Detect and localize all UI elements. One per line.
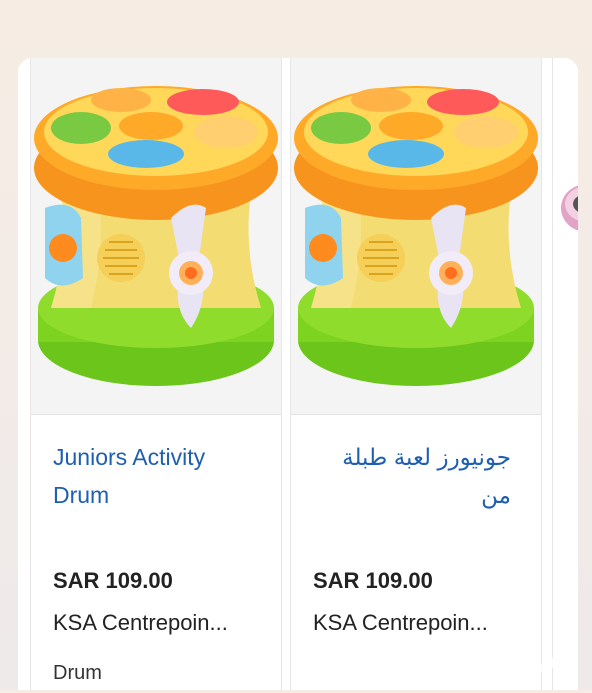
- product-carousel: Juniors Activity Drum SAR 109.00 KSA Cen…: [18, 58, 578, 690]
- product-seller: KSA Centrepoin...: [53, 610, 228, 635]
- product-title[interactable]: جونيورز لعبة طبلة من: [311, 438, 511, 514]
- haraj-logo: [366, 643, 562, 684]
- product-card[interactable]: Juniors Activity Drum SAR 109.00 KSA Cen…: [30, 58, 282, 690]
- product-image[interactable]: [291, 58, 541, 414]
- product-category: Drum: [53, 662, 102, 684]
- product-title[interactable]: Juniors Activity Drum: [53, 438, 263, 514]
- product-price: SAR 109.00: [53, 568, 173, 593]
- product-price: SAR 109.00: [313, 568, 433, 593]
- product-card-partial[interactable]: [552, 58, 578, 690]
- activity-drum-image: [294, 86, 538, 386]
- activity-drum-image: [34, 86, 278, 386]
- product-card[interactable]: جونيورز لعبة طبلة من SAR 109.00 KSA Cent…: [290, 58, 542, 690]
- card-divider: [31, 414, 281, 415]
- card-divider: [291, 414, 541, 415]
- product-image[interactable]: [31, 58, 281, 414]
- product-image-partial: [553, 58, 578, 414]
- haraj-watermark: [360, 628, 570, 688]
